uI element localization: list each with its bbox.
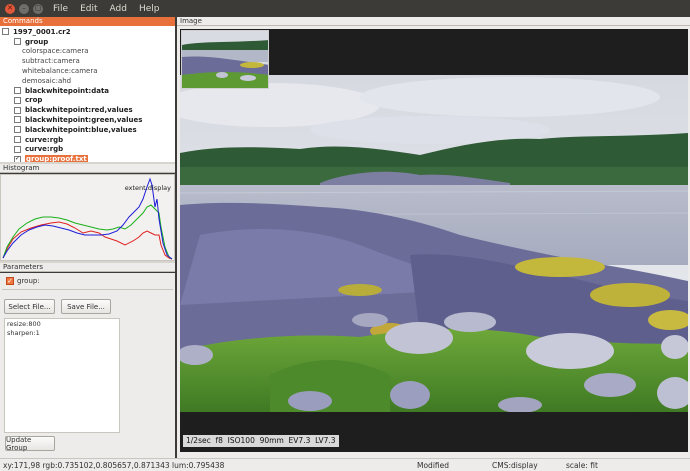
menu-help[interactable]: Help [139,4,160,14]
status-coordinates: xy:171,98 rgb:0.735102,0.805657,0.871343… [3,461,225,470]
tree-item-label: blackwhitepoint:blue,values [25,125,137,134]
select-file-button[interactable]: Select File... [4,299,55,314]
commands-panel-title: Commands [0,17,175,26]
tree-item[interactable]: ✓ group:proof.txt [14,155,88,162]
maximize-window-button[interactable]: ▢ [33,3,43,14]
preview-thumbnail[interactable] [181,30,269,89]
tree-checkbox[interactable] [14,136,21,143]
landscape-photo[interactable] [180,75,688,412]
tree-item-label: blackwhitepoint:green,values [25,115,143,124]
menu-bar: ✕ – ▢ File Edit Add Help [0,0,690,17]
tree-item[interactable]: crop [14,96,42,105]
tree-checkbox[interactable] [2,28,9,35]
tree-checkbox[interactable] [14,96,21,104]
menu-edit[interactable]: Edit [80,4,97,14]
tree-item-label: group [25,37,49,46]
histogram-extent-label: extent:display [124,184,171,192]
tree-checkbox[interactable] [14,116,21,124]
tree-item[interactable]: blackwhitepoint:data [14,86,109,95]
image-canvas[interactable]: 1/2sec f8 ISO100 90mm EV7.3 LV7.3 [180,29,688,452]
status-scale: scale: fit [566,461,598,470]
group-checkbox[interactable]: ✓ [6,277,14,285]
tree-item[interactable]: curve:rgb [14,145,63,154]
tree-item[interactable]: curve:rgb [14,135,63,144]
minimize-icon: – [22,4,26,12]
parameters-panel: ✓ group: Select File... Save File... res… [0,273,175,458]
tree-checkbox[interactable] [14,38,21,45]
parameters-textarea[interactable]: resize:800 sharpen:1 [4,318,120,433]
tree-item-label: curve:rgb [25,145,64,154]
tree-item-label: colorspace:camera [22,47,89,56]
tree-item-label: blackwhitepoint:data [25,86,110,95]
group-label: group: [17,277,40,285]
maximize-icon: ▢ [34,4,42,12]
status-bar: xy:171,98 rgb:0.735102,0.805657,0.871343… [0,458,690,471]
tree-item-label: subtract:camera [22,57,80,66]
save-file-button[interactable]: Save File... [61,299,111,314]
tree-checkbox[interactable] [14,87,21,94]
tree-item[interactable]: blackwhitepoint:green,values [14,115,142,124]
image-pane: 1/2sec f8 ISO100 90mm EV7.3 LV7.3 [177,26,690,458]
tree-item[interactable]: demosaic:ahd [22,76,71,85]
exif-info: 1/2sec f8 ISO100 90mm EV7.3 LV7.3 [183,435,339,447]
tree-item[interactable]: group [14,37,48,46]
minimize-window-button[interactable]: – [19,3,29,14]
close-window-button[interactable]: ✕ [5,3,15,14]
tree-item-label: crop [25,96,43,105]
tree-file-label: 1997_0001.cr2 [13,27,71,36]
tree-file-row[interactable]: 1997_0001.cr2 [2,27,71,36]
parameters-panel-title: Parameters [0,263,175,272]
menu-add[interactable]: Add [110,4,127,14]
tree-item[interactable]: subtract:camera [22,57,80,66]
tree-item[interactable]: colorspace:camera [22,47,89,56]
close-icon: ✕ [7,4,13,12]
separator [2,289,173,290]
commands-tree[interactable]: 1997_0001.cr2 group colorspace:camera subt… [0,26,175,162]
tree-item-label: curve:rgb [25,135,64,144]
tree-checkbox[interactable] [14,106,21,114]
image-panel-title: Image [177,17,690,26]
thumbnail-photo [182,31,268,88]
status-cms: CMS:display [492,461,538,470]
tree-item[interactable]: blackwhitepoint:red,values [14,106,133,115]
menu-file[interactable]: File [53,4,68,14]
status-modified: Modified [417,461,450,470]
tree-item-label: group:proof.txt [25,155,88,162]
tree-item-label: demosaic:ahd [22,76,72,85]
histogram-red-curve [2,221,173,260]
tree-checkbox[interactable] [14,145,21,153]
tree-item-label: blackwhitepoint:red,values [25,106,133,115]
histogram-panel-title: Histogram [0,164,175,173]
update-group-button[interactable]: Update Group [5,436,55,452]
tree-item-label: whitebalance:camera [22,66,98,75]
tree-checkbox[interactable] [14,126,21,134]
histogram-plot: extent:display [0,174,175,261]
tree-item[interactable]: whitebalance:camera [22,66,98,75]
group-toggle[interactable]: ✓ group: [6,277,40,285]
tree-item[interactable]: blackwhitepoint:blue,values [14,125,137,134]
